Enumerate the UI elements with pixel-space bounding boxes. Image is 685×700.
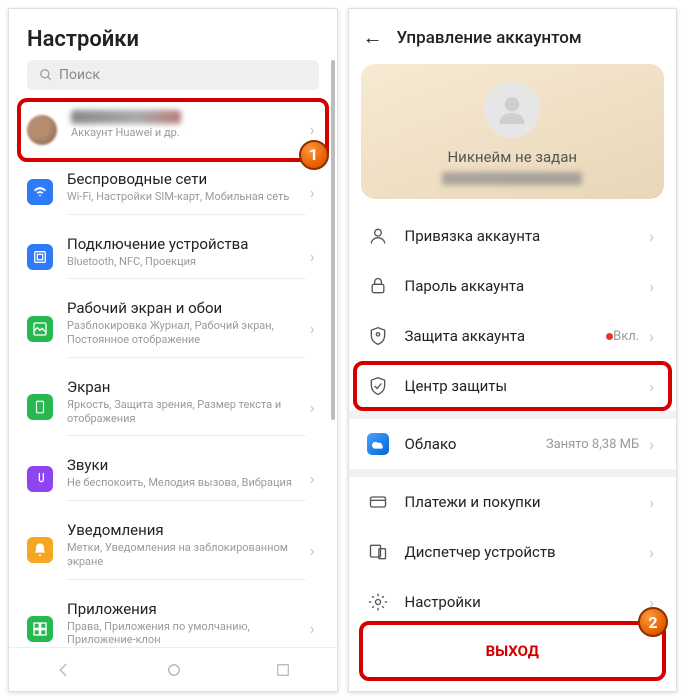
row-icon xyxy=(27,394,53,420)
account-row-gear[interactable]: Настройки › xyxy=(349,577,677,611)
chevron-right-icon: › xyxy=(645,277,658,296)
gear-icon xyxy=(367,591,389,611)
shield-check-icon xyxy=(367,375,389,397)
page-title: Настройки xyxy=(9,9,337,60)
user-icon xyxy=(367,225,389,247)
chevron-right-icon: › xyxy=(306,398,319,417)
row-icon xyxy=(27,316,53,342)
step-badge-2: 2 xyxy=(638,607,668,637)
row-icon xyxy=(27,179,53,205)
logout-button[interactable]: ВЫХОД xyxy=(377,629,649,673)
avatar xyxy=(27,115,57,145)
card-icon xyxy=(367,491,389,513)
step-badge-1: 1 xyxy=(299,140,329,170)
account-row-lock[interactable]: Пароль аккаунта › xyxy=(349,261,677,311)
page-title: Управление аккаунтом xyxy=(397,28,582,48)
devices-icon xyxy=(367,541,389,563)
header: ← Управление аккаунтом xyxy=(349,9,677,60)
account-row-shield-user[interactable]: Защита аккаунта Вкл. › xyxy=(349,311,677,361)
account-row-card[interactable]: Платежи и покупки › xyxy=(349,477,677,527)
settings-screen: Настройки Поиск Аккаунт Huawei и др. › 1… xyxy=(8,8,338,692)
settings-row-5[interactable]: Уведомления Метки, Уведомления на заблок… xyxy=(21,511,325,590)
settings-row-3[interactable]: Экран Яркость, Защита зрения, Размер тек… xyxy=(21,368,325,447)
cloud-icon xyxy=(367,433,389,455)
settings-row-0[interactable]: Беспроводные сети Wi-Fi, Настройки SIM-к… xyxy=(21,160,325,225)
settings-row-2[interactable]: Рабочий экран и обои Разблокировка Журна… xyxy=(21,289,325,368)
chevron-right-icon: › xyxy=(645,435,658,454)
row-icon xyxy=(27,616,53,642)
chevron-right-icon: › xyxy=(645,327,658,346)
nav-recent-icon[interactable] xyxy=(275,662,291,678)
chevron-right-icon: › xyxy=(306,619,319,638)
chevron-right-icon: › xyxy=(645,377,658,396)
android-navbar xyxy=(9,647,337,691)
account-row-shield-check[interactable]: Центр защиты › xyxy=(349,361,677,411)
lock-icon xyxy=(367,275,389,297)
chevron-right-icon: › xyxy=(306,469,319,488)
row-icon xyxy=(27,537,53,563)
account-row-cloud[interactable]: Облако Занято 8,38 МБ › xyxy=(349,419,677,469)
back-button[interactable]: ← xyxy=(363,25,383,50)
scrollbar[interactable] xyxy=(331,60,335,420)
account-management-screen: ← Управление аккаунтом Никнейм не задан … xyxy=(348,8,678,692)
nickname-label: Никнейм не задан xyxy=(361,148,665,166)
settings-row-4[interactable]: Звуки Не беспокоить, Мелодия вызова, Виб… xyxy=(21,446,325,511)
account-row-devices[interactable]: Диспетчер устройств › xyxy=(349,527,677,577)
chevron-right-icon: › xyxy=(306,319,319,338)
row-icon xyxy=(27,466,53,492)
account-name-blurred xyxy=(71,110,181,124)
chevron-right-icon: › xyxy=(306,120,319,139)
row-icon xyxy=(27,244,53,270)
account-row[interactable]: Аккаунт Huawei и др. › xyxy=(21,100,325,160)
chevron-right-icon: › xyxy=(645,543,658,562)
avatar-placeholder xyxy=(484,82,540,138)
chevron-right-icon: › xyxy=(306,183,319,202)
search-input[interactable]: Поиск xyxy=(27,60,319,90)
chevron-right-icon: › xyxy=(645,493,658,512)
nav-home-icon[interactable] xyxy=(165,661,183,679)
chevron-right-icon: › xyxy=(306,541,319,560)
chevron-right-icon: › xyxy=(645,227,658,246)
nav-back-icon[interactable] xyxy=(55,661,73,679)
email-blurred xyxy=(442,172,582,185)
alert-dot xyxy=(606,333,613,340)
settings-row-6[interactable]: Приложения Права, Приложения по умолчани… xyxy=(21,590,325,648)
search-icon xyxy=(39,68,53,82)
account-card[interactable]: Никнейм не задан xyxy=(361,64,665,199)
settings-row-1[interactable]: Подключение устройства Bluetooth, NFC, П… xyxy=(21,225,325,290)
chevron-right-icon: › xyxy=(306,247,319,266)
shield-user-icon xyxy=(367,325,389,347)
account-row-user[interactable]: Привязка аккаунта › xyxy=(349,211,677,261)
